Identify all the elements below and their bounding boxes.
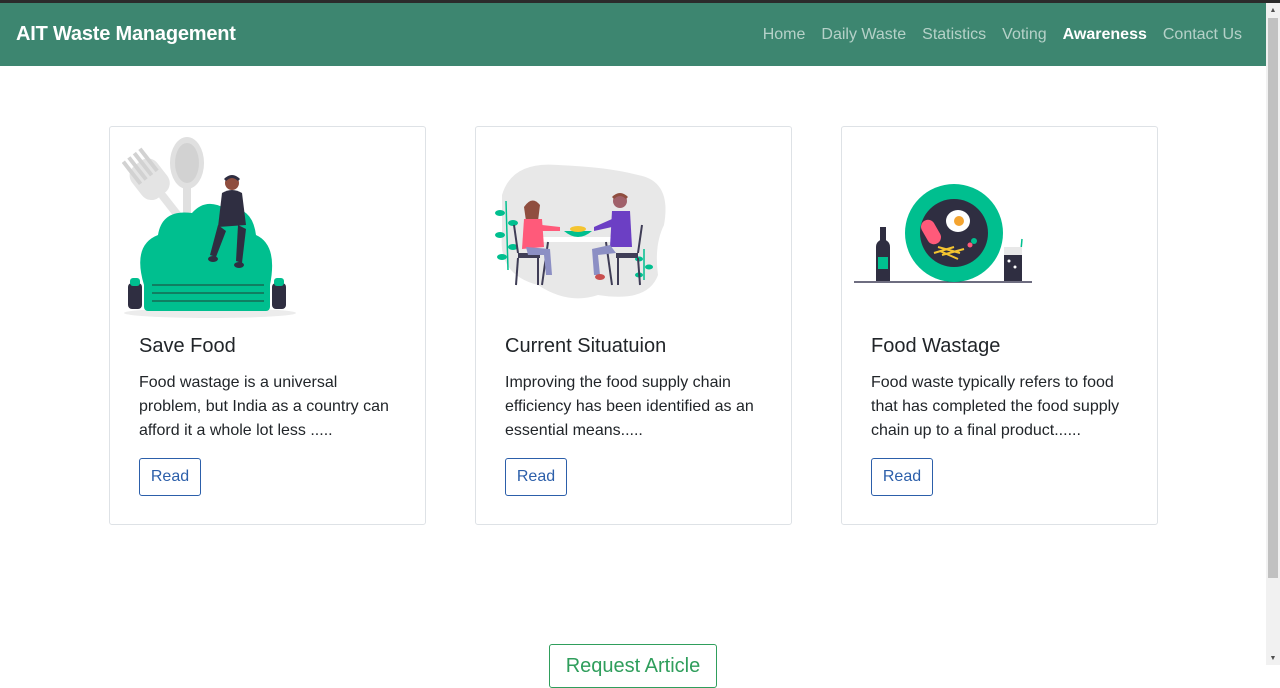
nav-home[interactable]: Home bbox=[755, 26, 814, 44]
card-title: Current Situatuion bbox=[505, 335, 667, 357]
read-button[interactable]: Read bbox=[505, 458, 567, 496]
nav-contact-us[interactable]: Contact Us bbox=[1155, 26, 1250, 44]
scroll-down-arrow-icon[interactable]: ▼ bbox=[1266, 651, 1280, 665]
read-button[interactable]: Read bbox=[139, 458, 201, 496]
hat-and-person-illustration bbox=[122, 137, 296, 318]
navbar: AIT Waste Management Home Daily Waste St… bbox=[0, 3, 1266, 66]
scrollbar-thumb[interactable] bbox=[1268, 18, 1278, 578]
two-people-dining-illustration bbox=[495, 164, 666, 299]
scroll-up-arrow-icon[interactable]: ▲ bbox=[1266, 3, 1280, 17]
read-button[interactable]: Read bbox=[871, 458, 933, 496]
card-title: Food Wastage bbox=[871, 335, 1001, 357]
nav-voting[interactable]: Voting bbox=[994, 26, 1054, 44]
card-text: Food wastage is a universal problem, but… bbox=[139, 374, 389, 439]
nav-statistics[interactable]: Statistics bbox=[914, 26, 994, 44]
nav-daily-waste[interactable]: Daily Waste bbox=[813, 26, 914, 44]
nav-links: Home Daily Waste Statistics Voting Aware… bbox=[755, 26, 1250, 44]
brand-logo[interactable]: AIT Waste Management bbox=[16, 23, 236, 46]
article-card-current-situation: Current Situatuion Improving the food su… bbox=[475, 126, 792, 525]
article-cards: Save Food Food wastage is a universal pr… bbox=[109, 126, 1158, 526]
card-text: Food waste typically refers to food that… bbox=[871, 374, 1120, 439]
request-article-button[interactable]: Request Article bbox=[549, 644, 717, 688]
card-text: Improving the food supply chain efficien… bbox=[505, 374, 754, 439]
nav-awareness[interactable]: Awareness bbox=[1055, 26, 1155, 44]
vertical-scrollbar[interactable]: ▲ ▼ bbox=[1266, 3, 1280, 665]
article-card-food-wastage: Food Wastage Food waste typically refers… bbox=[841, 126, 1158, 525]
plate-of-food-illustration bbox=[854, 184, 1032, 283]
card-title: Save Food bbox=[139, 335, 236, 357]
article-card-save-food: Save Food Food wastage is a universal pr… bbox=[109, 126, 426, 525]
